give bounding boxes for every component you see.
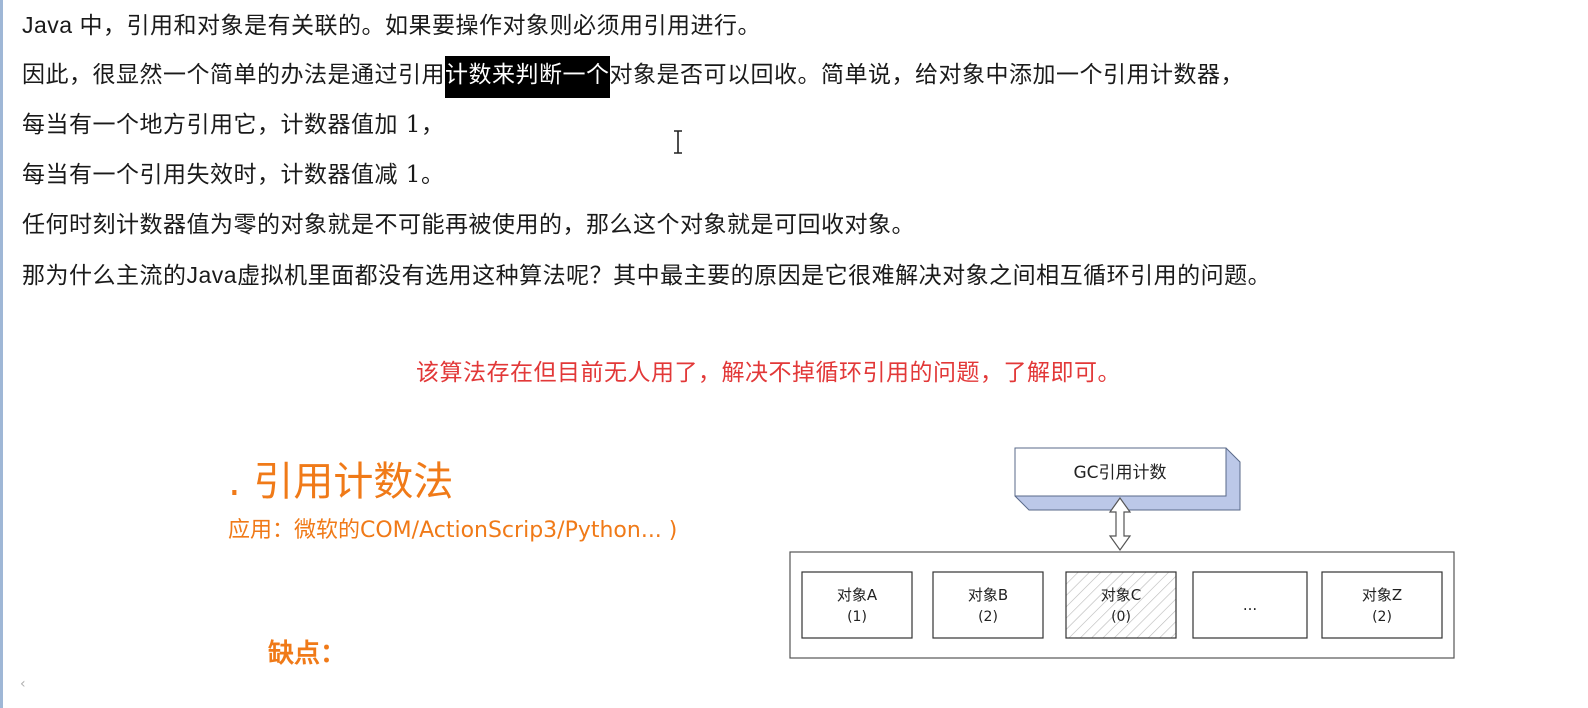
scroll-left-icon[interactable]: ‹ <box>20 676 26 692</box>
gc-reference-count-diagram: GC引用计数 对象A (1) 对象B (2) 对象C (0) ... 对象Z (… <box>789 447 1455 659</box>
slide-title: . 引用计数法 <box>228 459 454 505</box>
paragraph-6-java: Java <box>186 262 238 288</box>
paragraph-6: 那为什么主流的Java虚拟机里面都没有选用这种算法呢？其中最主要的原因是它很难解… <box>22 260 1271 291</box>
object-box-z: 对象Z (2) <box>1321 571 1443 639</box>
document-page: Java 中，引用和对象是有关联的。如果要操作对象则必须用引用进行。 因此，很显… <box>0 0 1588 708</box>
object-b-count: (2) <box>978 609 998 625</box>
object-ellipsis-name: ... <box>1243 596 1257 614</box>
paragraph-5-text: 任何时刻计数器值为零的对象就是不可能再被使用的，那么这个对象就是可回收对象。 <box>22 212 915 238</box>
paragraph-4: 每当有一个引用失效时，计数器值减 1。 <box>22 160 444 190</box>
paragraph-1-text: Java 中，引用和对象是有关联的。如果要操作对象则必须用引用进行。 <box>22 12 761 38</box>
slide-application: 应用：微软的COM/ActionScrip3/Python... ) <box>228 518 678 543</box>
paragraph-2: 因此，很显然一个简单的办法是通过引用计数来判断一个对象是否可以回收。简单说，给对… <box>22 56 1244 98</box>
object-c-name: 对象C <box>1101 586 1141 604</box>
paragraph-6-a: 那为什么主流的 <box>22 263 187 289</box>
left-margin-rule <box>0 0 3 708</box>
object-z-name: 对象Z <box>1362 586 1402 604</box>
paragraph-3: 每当有一个地方引用它，计数器值加 1， <box>22 110 444 140</box>
object-box-a: 对象A (1) <box>801 571 913 639</box>
paragraph-2-after: 对象是否可以回收。简单说，给对象中添加一个引用计数器， <box>609 62 1244 88</box>
object-box-c: 对象C (0) <box>1065 571 1177 639</box>
paragraph-1: Java 中，引用和对象是有关联的。如果要操作对象则必须用引用进行。 <box>22 10 761 41</box>
diagram-header-label: GC引用计数 <box>1073 463 1166 483</box>
object-b-name: 对象B <box>968 586 1008 604</box>
object-box-ellipsis: ... <box>1192 571 1308 639</box>
object-box-b: 对象B (2) <box>932 571 1044 639</box>
object-c-count: (0) <box>1111 609 1131 625</box>
object-z-count: (2) <box>1372 609 1392 625</box>
text-cursor-icon <box>674 130 682 154</box>
paragraph-2-before: 因此，很显然一个简单的办法是通过引用 <box>22 62 445 88</box>
paragraph-5: 任何时刻计数器值为零的对象就是不可能再被使用的，那么这个对象就是可回收对象。 <box>22 210 915 240</box>
paragraph-3-text: 每当有一个地方引用它，计数器值加 1， <box>22 112 445 138</box>
selected-text[interactable]: 计数来判断一个 <box>445 56 610 98</box>
red-note: 该算法存在但目前无人用了，解决不掉循环引用的问题，了解即可。 <box>416 360 1121 386</box>
slide-drawback-label: 缺点： <box>268 639 347 666</box>
object-a-name: 对象A <box>837 586 878 604</box>
object-a-count: (1) <box>847 609 867 625</box>
diagram-header-box: GC引用计数 <box>1014 447 1241 511</box>
paragraph-4-text: 每当有一个引用失效时，计数器值减 1。 <box>22 162 445 188</box>
paragraph-6-b: 虚拟机里面都没有选用这种算法呢？其中最主要的原因是它很难解决对象之间相互循环引用… <box>237 263 1272 289</box>
